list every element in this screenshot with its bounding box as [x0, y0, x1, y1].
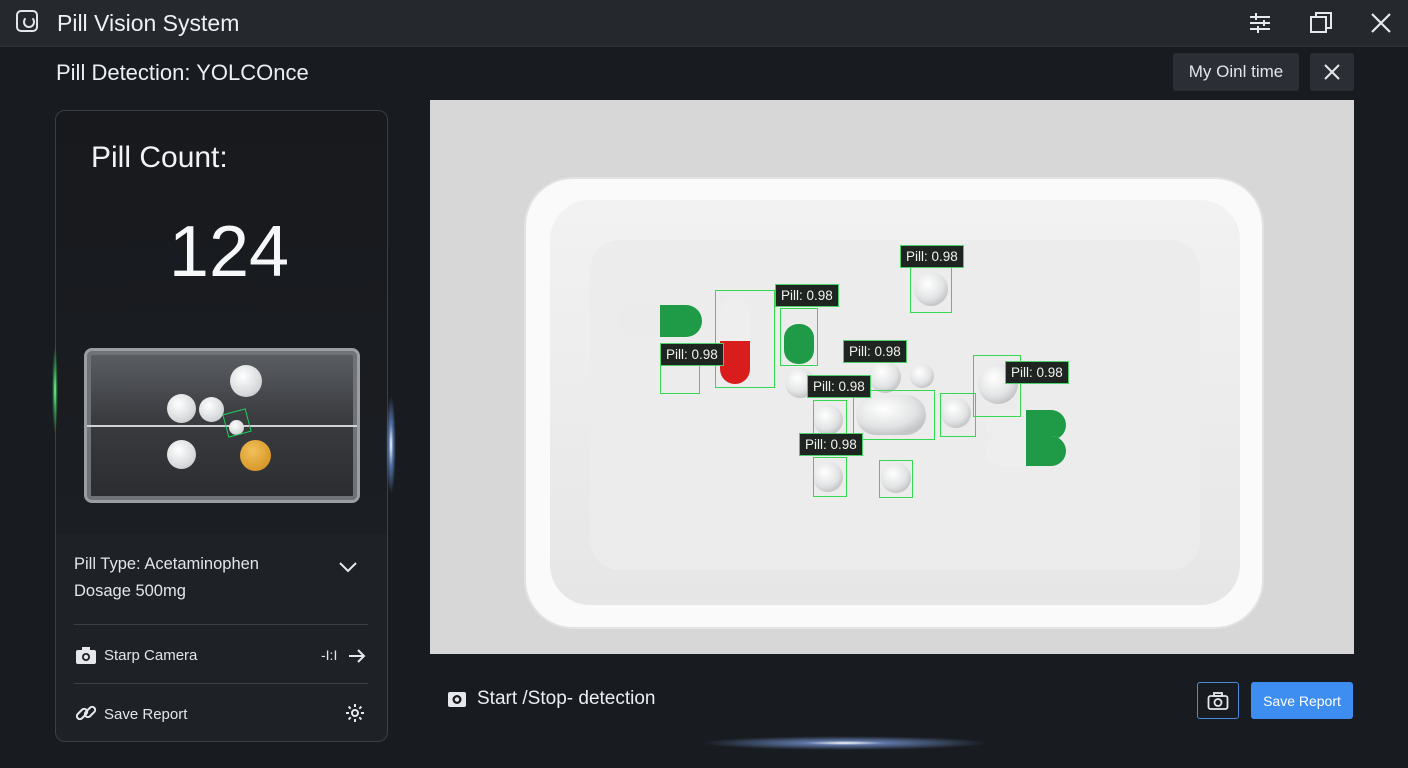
- close-icon: [1324, 64, 1340, 80]
- pill-count-label: Pill Count:: [91, 141, 228, 174]
- preview-pill: [167, 440, 196, 469]
- pill-type-label: Pill Type: Acetaminophen: [74, 555, 259, 573]
- save-report-button[interactable]: Save Report: [1251, 682, 1353, 719]
- start-stop-detection-button[interactable]: Start /Stop- detection: [477, 688, 656, 710]
- camera-feed: Pill: 0.98 Pill: 0.98 Pill: 0.98 Pill: 0…: [430, 100, 1354, 654]
- glow-accent: [386, 395, 396, 495]
- arrow-right-icon[interactable]: [347, 646, 369, 668]
- count-area: Pill Count: 124: [56, 111, 387, 534]
- preview-pill-yellow: [240, 440, 271, 471]
- detection-label: Pill: 0.98: [843, 340, 907, 363]
- link-icon: [75, 702, 97, 724]
- tray-preview: [84, 348, 360, 503]
- camera-icon: [1207, 691, 1229, 710]
- start-camera-button[interactable]: Starp Camera: [104, 647, 197, 664]
- pill-count-value: 124: [168, 212, 290, 292]
- mode-button[interactable]: My Oinl time: [1173, 53, 1299, 91]
- window-title: Pill Vision System: [57, 10, 240, 36]
- preview-pill: [167, 394, 196, 423]
- detection-label: Pill: 0.98: [799, 433, 863, 456]
- dosage-label: Dosage 500mg: [74, 582, 186, 600]
- record-icon[interactable]: [447, 689, 467, 709]
- capture-button[interactable]: [1197, 682, 1239, 719]
- divider: [74, 624, 368, 625]
- detection-label: Pill: 0.98: [775, 284, 839, 307]
- restore-icon[interactable]: [1306, 8, 1336, 38]
- close-icon[interactable]: [1366, 8, 1396, 38]
- camera-icon: [75, 644, 97, 666]
- sliders-icon[interactable]: [1245, 8, 1275, 38]
- detection-label: Pill: 0.98: [807, 375, 871, 398]
- camera-status: -I:I: [321, 647, 338, 663]
- detection-label: Pill: 0.98: [660, 343, 724, 366]
- detection-box: [879, 460, 913, 498]
- scan-line: [87, 425, 357, 427]
- divider: [74, 683, 368, 684]
- chevron-down-icon[interactable]: [336, 555, 360, 579]
- glow-accent: [52, 345, 58, 435]
- detection-box: [780, 308, 818, 366]
- detection-box: [940, 393, 976, 437]
- glow-accent: [700, 736, 990, 750]
- close-panel-button[interactable]: [1310, 53, 1354, 91]
- title-bar: Pill Vision System: [0, 0, 1408, 47]
- tray-image: [524, 177, 1264, 629]
- detection-box: [910, 267, 952, 313]
- detection-label: Pill: 0.98: [1005, 361, 1069, 384]
- count-panel: Pill Count: 124 Pill Type: Acetaminophen…: [55, 110, 388, 742]
- save-report-link[interactable]: Save Report: [104, 706, 187, 723]
- preview-pill: [199, 397, 224, 422]
- page-title: Pill Detection: YOLCOnce: [56, 60, 309, 85]
- detection-label: Pill: 0.98: [900, 245, 964, 268]
- detection-box: [715, 290, 775, 388]
- app-icon: [16, 10, 38, 32]
- preview-pill: [230, 365, 262, 397]
- detection-box: [813, 457, 847, 497]
- preview-detection-box: [222, 408, 252, 438]
- gear-icon[interactable]: [345, 703, 367, 725]
